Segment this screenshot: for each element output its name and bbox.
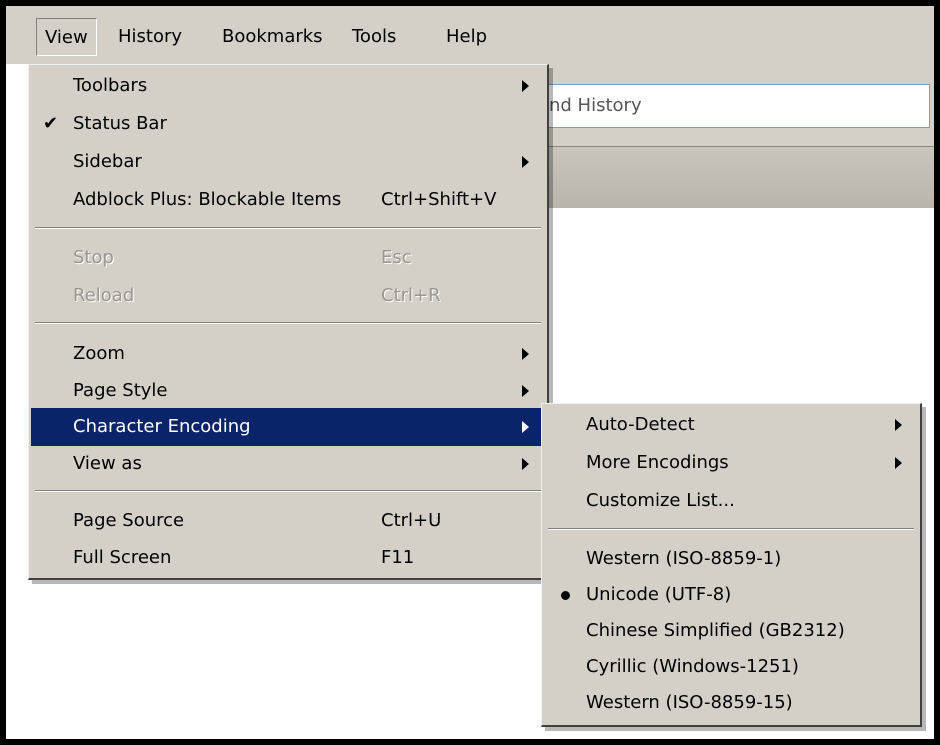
menu-item-label: Full Screen — [73, 547, 172, 568]
menu-item-label: Zoom — [73, 343, 125, 364]
submenu-arrow-icon — [522, 421, 529, 433]
menu-item-shortcut: Esc — [381, 247, 412, 268]
menubar-history-label: History — [118, 26, 183, 47]
menu-item-shortcut: Ctrl+R — [381, 285, 441, 306]
menu-item-page-source[interactable]: Page Source Ctrl+U — [31, 502, 545, 540]
submenu-arrow-icon — [522, 80, 529, 92]
menu-item-label: Adblock Plus: Blockable Items — [73, 189, 342, 210]
submenu-arrow-icon — [522, 348, 529, 360]
menu-item-full-screen[interactable]: Full Screen F11 — [31, 539, 545, 577]
menubar-help[interactable]: Help — [438, 18, 495, 56]
menubar: View History Bookmarks Tools Help — [6, 6, 934, 64]
menubar-bookmarks-label: Bookmarks — [222, 26, 323, 47]
menu-item-more-encodings[interactable]: More Encodings — [544, 444, 918, 482]
menu-item-character-encoding[interactable]: Character Encoding — [31, 408, 545, 446]
character-encoding-submenu: Auto-Detect More Encodings Customize Lis… — [541, 403, 922, 727]
menu-item-sidebar[interactable]: Sidebar — [31, 143, 545, 181]
menubar-view[interactable]: View — [36, 18, 97, 56]
menu-item-status-bar[interactable]: ✔ Status Bar — [31, 105, 545, 143]
menu-item-label: Reload — [73, 285, 135, 306]
menu-separator — [35, 490, 541, 492]
menubar-view-label: View — [45, 27, 88, 48]
menu-item-adblock-plus[interactable]: Adblock Plus: Blockable Items Ctrl+Shift… — [31, 181, 545, 219]
menu-item-view-as[interactable]: View as — [31, 445, 545, 483]
menu-item-auto-detect[interactable]: Auto-Detect — [544, 406, 918, 444]
menu-item-shortcut: F11 — [381, 547, 415, 568]
menu-item-label: More Encodings — [586, 452, 729, 473]
menu-item-label: Western (ISO-8859-15) — [586, 692, 793, 713]
menu-item-label: Customize List... — [586, 490, 735, 511]
menubar-history[interactable]: History — [110, 18, 190, 56]
submenu-arrow-icon — [522, 458, 529, 470]
menubar-bookmarks[interactable]: Bookmarks — [214, 18, 331, 56]
menu-item-toolbars[interactable]: Toolbars — [31, 67, 545, 105]
menu-item-label: Western (ISO-8859-1) — [586, 548, 782, 569]
menu-item-label: Page Style — [73, 380, 168, 401]
submenu-arrow-icon — [522, 156, 529, 168]
radio-dot-icon — [561, 591, 570, 600]
menu-item-customize-list[interactable]: Customize List... — [544, 482, 918, 520]
submenu-arrow-icon — [895, 419, 902, 431]
menu-item-label: Toolbars — [73, 75, 148, 96]
menu-item-stop[interactable]: Stop Esc — [31, 239, 545, 277]
search-field-text: nd History — [549, 95, 642, 116]
menu-item-shortcut: Ctrl+U — [381, 510, 442, 531]
view-menu: Toolbars ✔ Status Bar Sidebar Adblock Pl… — [28, 64, 549, 580]
menu-item-reload[interactable]: Reload Ctrl+R — [31, 277, 545, 315]
menu-separator — [35, 322, 541, 324]
menu-item-label: Chinese Simplified (GB2312) — [586, 620, 845, 641]
menu-separator — [548, 528, 914, 530]
menu-separator — [35, 227, 541, 229]
search-field[interactable]: nd History — [548, 84, 930, 128]
tab-strip — [548, 146, 934, 210]
menu-item-western-iso-8859-15[interactable]: Western (ISO-8859-15) — [544, 684, 918, 722]
menu-item-zoom[interactable]: Zoom — [31, 335, 545, 373]
menu-item-chinese-simplified-gb2312[interactable]: Chinese Simplified (GB2312) — [544, 612, 918, 650]
menu-item-label: Unicode (UTF-8) — [586, 584, 732, 605]
menu-item-western-iso-8859-1[interactable]: Western (ISO-8859-1) — [544, 540, 918, 578]
menu-item-label: Character Encoding — [73, 416, 251, 437]
checkmark-icon: ✔ — [43, 113, 59, 134]
menu-item-cyrillic-windows-1251[interactable]: Cyrillic (Windows-1251) — [544, 648, 918, 686]
menubar-tools-label: Tools — [352, 26, 397, 47]
menu-item-label: Auto-Detect — [586, 414, 695, 435]
submenu-arrow-icon — [895, 457, 902, 469]
menu-item-page-style[interactable]: Page Style — [31, 372, 545, 410]
menubar-tools[interactable]: Tools — [344, 18, 404, 56]
menubar-help-label: Help — [446, 26, 488, 47]
menu-item-label: Page Source — [73, 510, 185, 531]
menu-item-label: Sidebar — [73, 151, 142, 172]
menu-item-unicode-utf-8[interactable]: Unicode (UTF-8) — [544, 576, 918, 614]
submenu-arrow-icon — [522, 385, 529, 397]
menu-item-shortcut: Ctrl+Shift+V — [381, 189, 497, 210]
menu-item-label: Stop — [73, 247, 114, 268]
menu-item-label: View as — [73, 453, 142, 474]
menu-item-label: Status Bar — [73, 113, 167, 134]
menu-item-label: Cyrillic (Windows-1251) — [586, 656, 799, 677]
toolbar-area: nd History — [548, 64, 934, 146]
